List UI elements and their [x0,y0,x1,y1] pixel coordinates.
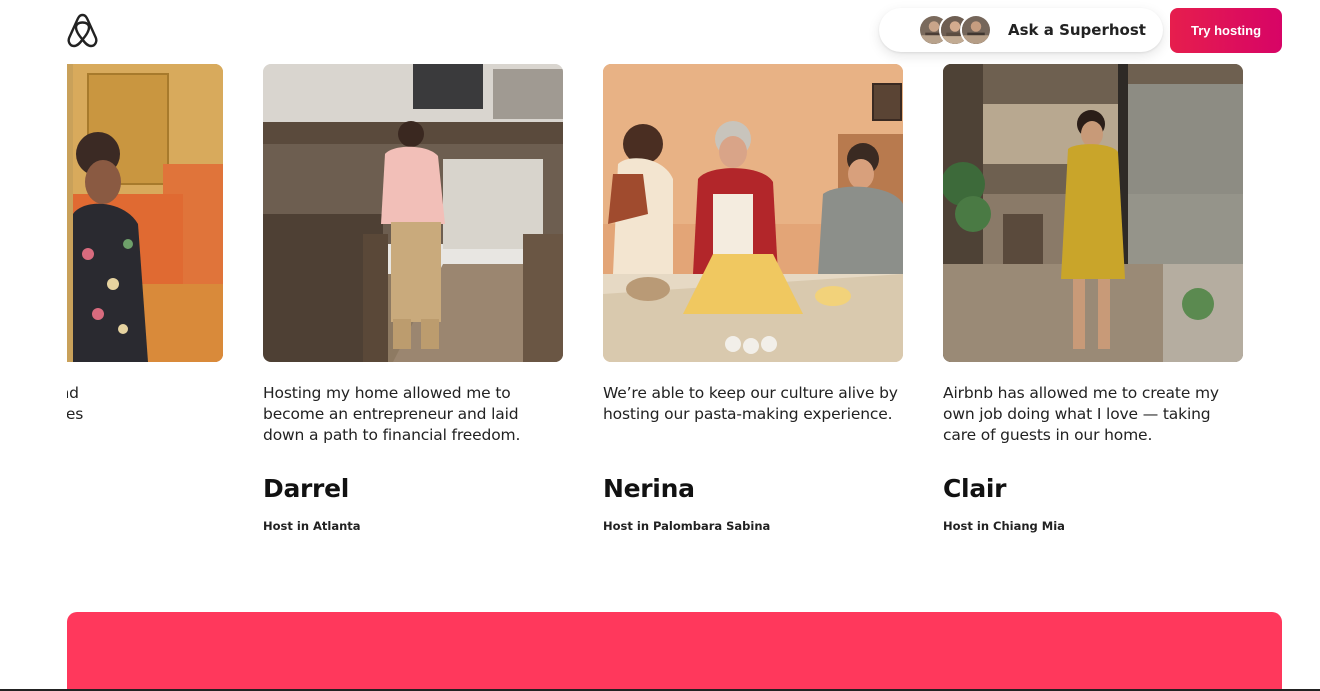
host-card[interactable]: changed my life and morable experiences [67,64,223,425]
host-location: Host in Palombara Sabina [603,519,771,533]
host-name: Darrel [263,474,350,503]
try-hosting-button[interactable]: Try hosting [1170,8,1282,53]
host-photo [263,64,563,362]
host-quote: Hosting my home allowed me to become an … [263,384,521,444]
host-card-clair[interactable]: Airbnb has allowed me to create my own j… [943,64,1243,533]
airbnb-logo-icon[interactable] [66,13,99,49]
host-quote: Airbnb has allowed me to create my own j… [943,384,1219,444]
avatar [960,14,992,46]
superhost-avatars [918,14,992,46]
host-name: Clair [943,474,1007,503]
host-card-darrel[interactable]: Hosting my home allowed me to become an … [263,64,563,533]
host-stories-carousel: changed my life and morable experiences [67,64,1282,544]
host-location: Host in Chiang Mia [943,519,1065,533]
ask-superhost-button[interactable]: Ask a Superhost [879,8,1163,52]
host-quote: We’re able to keep our culture alive by … [603,384,898,423]
host-photo [67,64,223,362]
host-photo [603,64,903,362]
hosting-cta-banner [67,612,1282,691]
host-quote: changed my life and morable experiences [67,384,84,423]
host-card-nerina[interactable]: We’re able to keep our culture alive by … [603,64,903,533]
ask-superhost-label: Ask a Superhost [1008,21,1146,39]
host-name: Nerina [603,474,695,503]
host-location: Host in Atlanta [263,519,361,533]
top-header: Ask a Superhost Try hosting [0,0,1320,62]
host-photo [943,64,1243,362]
